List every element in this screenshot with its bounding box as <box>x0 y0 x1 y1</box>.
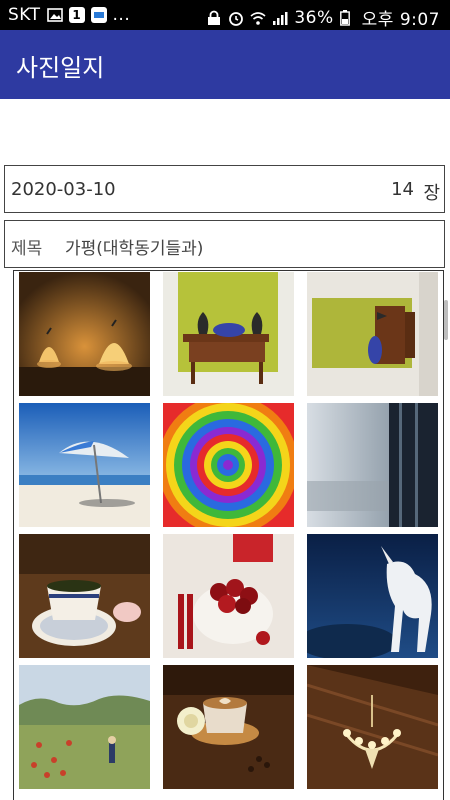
app-notification-icon <box>90 7 107 23</box>
psychedelic-spiral-photo <box>163 403 294 527</box>
poppy-field-painting-photo <box>19 665 150 789</box>
lamps-photo <box>19 272 150 396</box>
lock-icon <box>206 10 222 26</box>
more-notifications: ... <box>112 5 131 25</box>
teacup-photo <box>19 534 150 658</box>
photo-thumbnail[interactable] <box>307 534 438 658</box>
cherries-bowl-photo <box>163 534 294 658</box>
photo-thumbnail[interactable] <box>163 403 294 527</box>
scrollbar[interactable] <box>444 300 448 340</box>
photo-thumbnail[interactable] <box>19 534 150 658</box>
battery-percent: 36% <box>294 7 334 28</box>
date-count-field[interactable]: 2020-03-10 14 장 <box>4 165 445 213</box>
unicorn-moon-photo <box>307 534 438 658</box>
photo-thumbnail[interactable] <box>163 665 294 789</box>
chandelier-photo <box>307 665 438 789</box>
title-field[interactable]: 제목 가평(대학동기들과) <box>4 220 445 268</box>
carrier-label: SKT <box>8 5 41 25</box>
photo-thumbnail[interactable] <box>307 403 438 527</box>
title-label: 제목 <box>11 239 43 259</box>
photo-thumbnail[interactable] <box>307 665 438 789</box>
clock: 오후 9:07 <box>361 10 440 30</box>
status-bar: SKT 1 ... 36% 오후 9:07 <box>0 0 450 30</box>
gallery-notification-icon <box>46 7 63 23</box>
rotated-console-photo <box>307 272 438 396</box>
badge-notification-icon: 1 <box>68 7 85 23</box>
console-table-photo <box>163 272 294 396</box>
coffee-rose-photo <box>163 665 294 789</box>
window-sky-photo <box>307 403 438 527</box>
photo-thumbnail[interactable] <box>163 534 294 658</box>
photo-thumbnail[interactable] <box>19 272 150 396</box>
photo-grid <box>19 272 439 789</box>
app-bar: 사진일지 <box>0 30 450 99</box>
photo-grid-frame[interactable] <box>13 270 444 800</box>
photo-thumbnail[interactable] <box>19 665 150 789</box>
photo-count-unit: 장 <box>423 183 440 204</box>
date-value[interactable]: 2020-03-10 <box>11 179 116 200</box>
photo-thumbnail[interactable] <box>307 272 438 396</box>
photo-thumbnail[interactable] <box>163 272 294 396</box>
alarm-icon <box>228 10 244 26</box>
photo-thumbnail[interactable] <box>19 403 150 527</box>
photo-count: 14 <box>391 179 414 200</box>
battery-icon <box>339 9 356 26</box>
wifi-icon <box>250 10 266 26</box>
title-value[interactable]: 가평(대학동기들과) <box>65 234 203 259</box>
signal-icon <box>272 10 288 26</box>
app-title: 사진일지 <box>16 54 105 82</box>
beach-umbrella-photo <box>19 403 150 527</box>
